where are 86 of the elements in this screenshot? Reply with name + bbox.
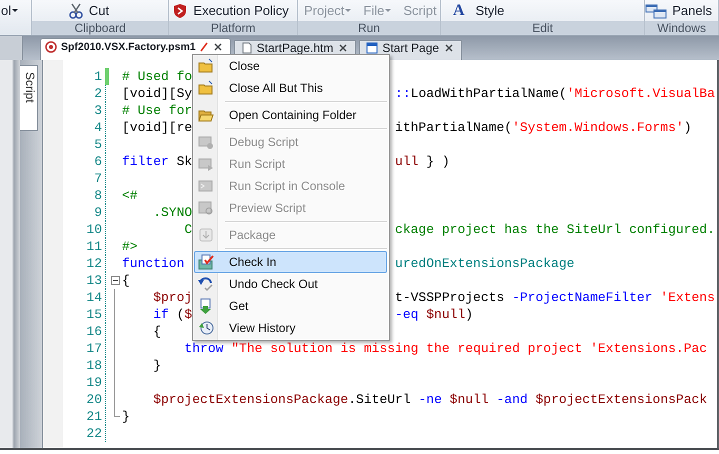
- ribbon-button[interactable]: Panels: [645, 2, 712, 18]
- line-number: 17: [85, 341, 102, 356]
- line-number: 2: [93, 86, 102, 101]
- code-text: $proj: [152, 290, 192, 305]
- menu-item[interactable]: Close All But This: [194, 77, 387, 99]
- code-text: C: [183, 222, 192, 237]
- group-label: Platform: [210, 21, 256, 35]
- script-file-icon: [45, 41, 57, 53]
- code-text: ::LoadWithPartialName('Microsoft.VisualBa: [395, 86, 715, 101]
- ribbon-button[interactable]: Execution Policy: [172, 2, 289, 18]
- group-label: Run: [358, 21, 380, 35]
- line-number: 3: [93, 103, 102, 118]
- line-number: 10: [85, 222, 102, 237]
- menu-item[interactable]: View History: [194, 317, 387, 339]
- code-text: uredOnExtensionsPackage: [395, 256, 574, 271]
- menu-item-icon: [198, 58, 214, 74]
- code-text: $projectExtensionsPackage.SiteUrl -ne $null -and $projectExtensionsPack: [152, 392, 708, 407]
- menu-item-icon: [198, 254, 214, 270]
- menu-item[interactable]: Undo Check Out: [194, 273, 387, 295]
- menu-item-icon: [198, 276, 214, 292]
- code-text: <#: [122, 188, 138, 203]
- line-number: 1: [93, 69, 102, 84]
- group-label: Clipboard: [74, 21, 126, 35]
- line-number: 8: [93, 188, 102, 203]
- line-number: 20: [85, 392, 102, 407]
- code-text: -eq $null): [395, 307, 474, 322]
- side-tab[interactable]: Script: [20, 65, 38, 131]
- menu-item-icon: [198, 227, 214, 243]
- code-text: {: [152, 324, 162, 339]
- menu-item-icon: [198, 134, 214, 150]
- code-text: [void][Sy: [122, 86, 192, 101]
- document-tab[interactable]: Spf2010.VSX.Factory.psm1: [40, 38, 231, 60]
- code-text: ithPartialName('System.Windows.Forms'): [395, 120, 692, 135]
- close-icon[interactable]: [337, 42, 350, 54]
- pencil-icon: [200, 42, 208, 52]
- line-number: 15: [85, 307, 102, 322]
- code-text: # Used fo: [122, 69, 192, 84]
- code-text: function: [122, 256, 186, 271]
- ribbon-button[interactable]: A Style: [452, 2, 504, 20]
- menu-item-icon: [198, 200, 214, 216]
- line-number: 13: [85, 273, 102, 288]
- document-tab[interactable]: Start Page: [359, 40, 462, 60]
- ribbon-button[interactable]: ol: [1, 3, 18, 18]
- line-number: 11: [85, 239, 102, 254]
- line-number: 22: [85, 426, 102, 441]
- code-text: #>: [122, 239, 138, 254]
- menu-item-icon: [198, 178, 214, 194]
- code-text: }: [152, 358, 162, 373]
- menu-item[interactable]: Check In: [194, 251, 387, 273]
- menu-item[interactable]: Open Containing Folder: [194, 104, 387, 126]
- line-number: 9: [93, 205, 102, 220]
- close-icon[interactable]: [443, 42, 456, 54]
- code-text: t-VSSPProjects -ProjectNameFilter 'Extens: [395, 290, 715, 305]
- code-text: ckage project has the SiteUrl configured.: [395, 222, 715, 237]
- collapse-icon[interactable]: [110, 276, 120, 285]
- line-number: 14: [85, 290, 102, 305]
- line-number: 19: [85, 375, 102, 390]
- scissors-icon: [68, 2, 84, 18]
- menu-item-icon: [198, 320, 214, 336]
- line-number: 12: [85, 256, 102, 271]
- group-label: Windows: [657, 21, 706, 35]
- close-icon[interactable]: [212, 41, 224, 53]
- line-number: 7: [93, 171, 102, 186]
- line-number: 16: [85, 324, 102, 339]
- menu-item[interactable]: Get: [194, 295, 387, 317]
- code-text: if ($: [152, 307, 192, 322]
- windows-icon: [645, 2, 668, 18]
- ribbon-button[interactable]: Cut: [68, 2, 110, 18]
- line-number: 18: [85, 358, 102, 373]
- code-text: }: [122, 409, 130, 424]
- code-text: {: [122, 273, 130, 288]
- menu-item-icon: [198, 156, 214, 172]
- line-number: 6: [93, 154, 102, 169]
- line-number: 21: [85, 409, 102, 424]
- line-number: 4: [93, 120, 102, 135]
- code-text: throw "The solution is missing the required project 'Extensions.Pac: [183, 341, 708, 356]
- group-label: Edit: [532, 21, 553, 35]
- panel-header: [0, 36, 23, 60]
- code-text: .SYNO: [152, 205, 192, 220]
- line-number: 5: [93, 137, 102, 152]
- menu-item-icon: [198, 80, 214, 96]
- code-text: ull } ): [395, 154, 450, 169]
- code-text: # Use for: [122, 103, 192, 118]
- code-text: filter Sk: [122, 154, 192, 169]
- shield-icon: [172, 2, 188, 18]
- code-text: [void][re: [122, 120, 192, 135]
